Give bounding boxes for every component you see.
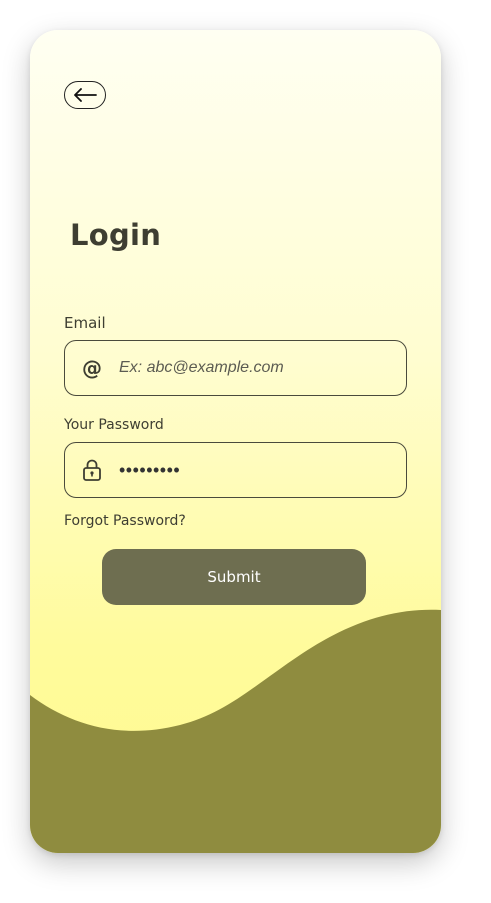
submit-button[interactable]: Submit [102, 549, 366, 605]
email-input[interactable] [119, 341, 406, 395]
password-field[interactable] [64, 442, 407, 498]
lock-icon [65, 459, 119, 481]
at-sign-icon: @ [82, 356, 102, 380]
forgot-password-link[interactable]: Forgot Password? [64, 513, 186, 529]
decorative-wave [30, 609, 441, 853]
back-button[interactable] [64, 81, 106, 109]
back-arrow-icon [74, 88, 97, 102]
password-input[interactable] [119, 443, 406, 497]
email-field[interactable]: @ [64, 340, 407, 396]
email-label: Email [64, 314, 106, 332]
page-title: Login [70, 218, 162, 252]
password-label: Your Password [64, 417, 164, 433]
login-screen: Login Email @ Your Password Forgot Passw… [30, 30, 441, 853]
